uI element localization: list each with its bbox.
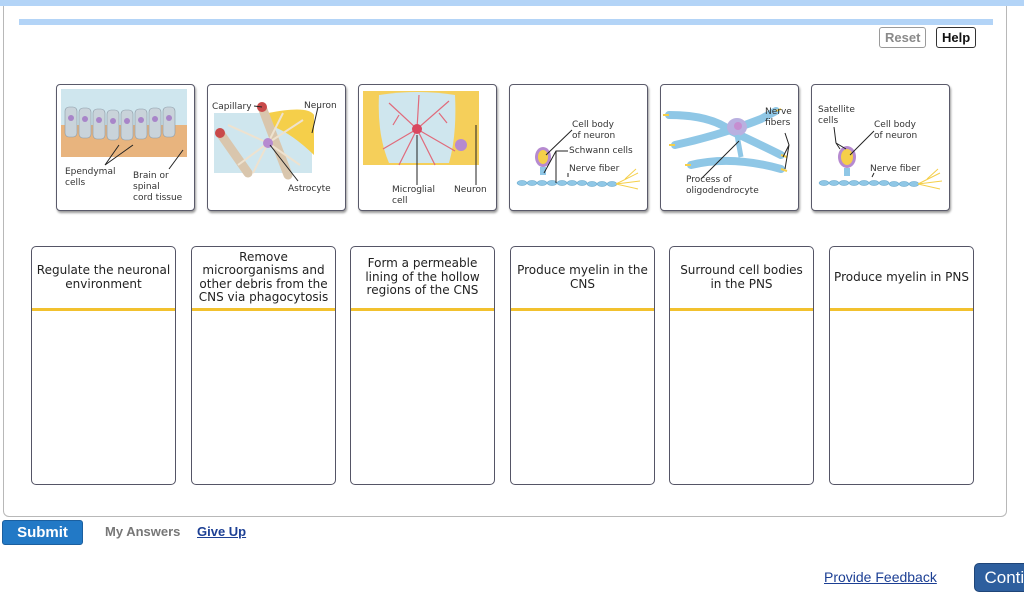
bin-drop-zone[interactable] bbox=[670, 311, 813, 481]
tile-label: cord tissue bbox=[133, 193, 183, 203]
tile-label: Neuron bbox=[304, 101, 337, 111]
bin-label: Produce myelin in the CNS bbox=[511, 247, 654, 311]
draggable-tile-oligodendrocyte[interactable]: Nerve fibers Process of oligodendrocyte bbox=[660, 84, 799, 211]
tile-label: Cell body bbox=[874, 120, 916, 130]
tile-label: of neuron bbox=[572, 131, 616, 141]
bin-drop-zone[interactable] bbox=[351, 311, 494, 481]
ependymal-cells-illustration bbox=[61, 89, 187, 170]
bin-label: Form a permeable lining of the hollow re… bbox=[351, 247, 494, 311]
tile-label: Satellite bbox=[818, 105, 855, 115]
tile-label: oligodendrocyte bbox=[686, 186, 759, 196]
tile-label: Neuron bbox=[454, 185, 487, 195]
tile-label: Cell body bbox=[572, 120, 614, 130]
bin-drop-zone[interactable] bbox=[830, 311, 973, 481]
tile-label: fibers bbox=[765, 118, 791, 128]
tile-label: Ependymal bbox=[65, 167, 116, 177]
bin-drop-zone[interactable] bbox=[32, 311, 175, 481]
my-answers-label: My Answers bbox=[105, 524, 181, 539]
draggable-tile-schwann-cells[interactable]: Cell body of neuron Schwann cells Nerve … bbox=[509, 84, 648, 211]
panel-header-strip bbox=[19, 19, 993, 25]
tile-label: of neuron bbox=[874, 131, 918, 141]
reset-button[interactable]: Reset bbox=[879, 27, 927, 48]
tile-label: cell bbox=[392, 196, 408, 206]
tile-label: Microglial bbox=[392, 185, 435, 195]
tile-label: Brain or bbox=[133, 171, 169, 181]
help-button[interactable]: Help bbox=[936, 27, 977, 48]
satellite-cells-illustration bbox=[818, 126, 943, 190]
bin-label: Surround cell bodies in the PNS bbox=[670, 247, 813, 311]
bin-drop-zone[interactable] bbox=[511, 311, 654, 481]
drop-bin[interactable]: Regulate the neuronal environment bbox=[31, 246, 176, 485]
provide-feedback-link[interactable]: Provide Feedback bbox=[824, 569, 937, 585]
draggable-tile-astrocyte[interactable]: Capillary Neuron Astrocyte bbox=[207, 84, 346, 211]
tile-label: Schwann cells bbox=[569, 146, 633, 156]
tile-label: cells bbox=[818, 116, 839, 126]
draggable-tile-ependymal-cells[interactable]: Ependymal cells Brain or spinal cord tis… bbox=[56, 84, 195, 211]
bin-label: Remove microorganisms and other debris f… bbox=[192, 247, 335, 311]
drop-bin[interactable]: Surround cell bodies in the PNS bbox=[669, 246, 814, 485]
drop-bin[interactable]: Form a permeable lining of the hollow re… bbox=[350, 246, 495, 485]
tile-label: Astrocyte bbox=[288, 184, 331, 194]
drop-bin[interactable]: Produce myelin in the CNS bbox=[510, 246, 655, 485]
continue-button[interactable]: Continue bbox=[974, 563, 1024, 592]
drop-bin[interactable]: Remove microorganisms and other debris f… bbox=[191, 246, 336, 485]
bin-label: Regulate the neuronal environment bbox=[32, 247, 175, 311]
give-up-link[interactable]: Give Up bbox=[197, 524, 246, 539]
tile-label: Capillary bbox=[212, 102, 252, 112]
tile-label: Nerve fiber bbox=[569, 164, 620, 174]
draggable-tile-satellite-cells[interactable]: Satellite cells Cell body of neuron Nerv… bbox=[811, 84, 950, 211]
tile-label: Nerve bbox=[765, 107, 792, 117]
bin-label: Produce myelin in PNS bbox=[830, 247, 973, 311]
tile-label: spinal bbox=[133, 182, 160, 192]
draggable-tile-microglial-cell[interactable]: Microglial cell Neuron bbox=[358, 84, 497, 211]
submit-button[interactable]: Submit bbox=[2, 520, 83, 545]
tile-label: Nerve fiber bbox=[870, 164, 921, 174]
tile-label: cells bbox=[65, 178, 86, 188]
drop-bin[interactable]: Produce myelin in PNS bbox=[829, 246, 974, 485]
bin-drop-zone[interactable] bbox=[192, 311, 335, 481]
tile-label: Process of bbox=[686, 175, 732, 185]
